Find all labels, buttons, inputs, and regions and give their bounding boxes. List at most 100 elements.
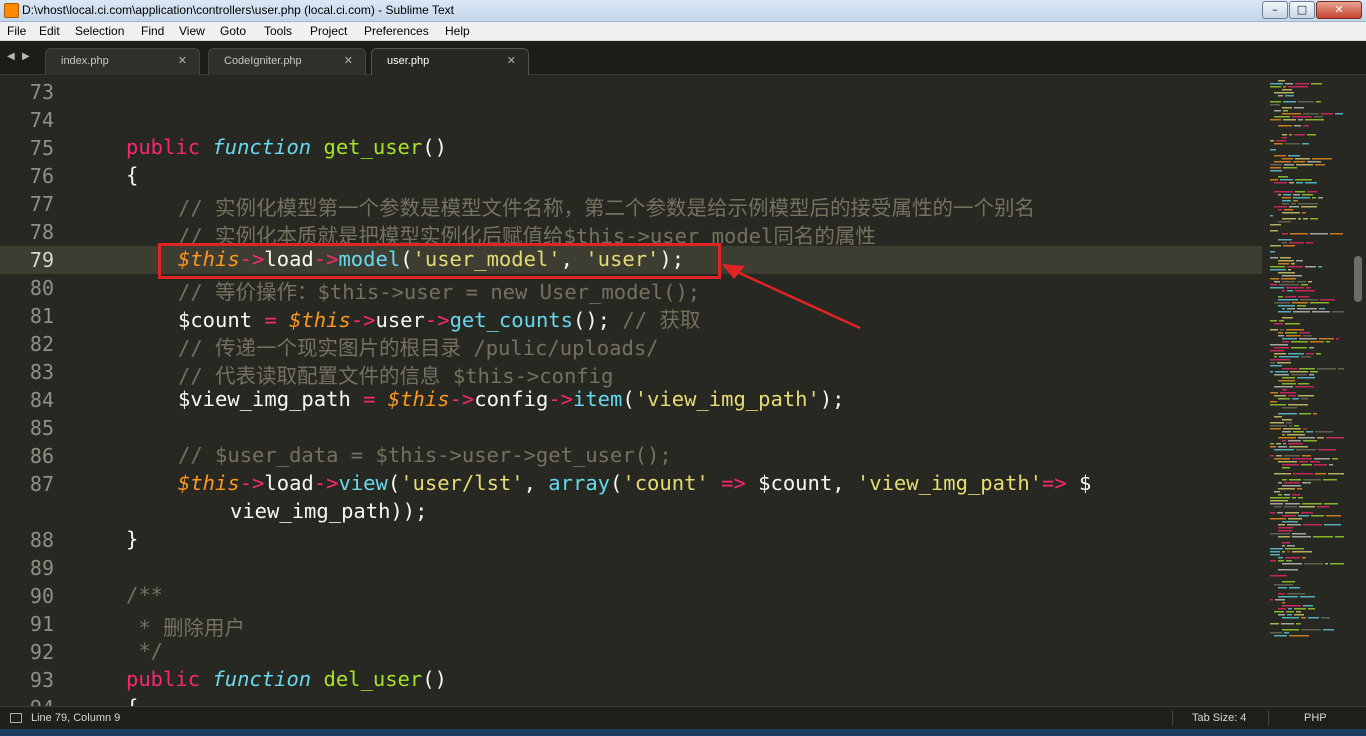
menu-view[interactable]: View xyxy=(179,24,205,38)
minimap-code-mark xyxy=(1278,260,1294,262)
code-line[interactable]: 76 { xyxy=(0,162,1262,190)
tab-scroll-right-icon[interactable]: ▶ xyxy=(22,51,30,62)
minimap-code-mark xyxy=(1274,374,1289,376)
code-token: 'view_img_path' xyxy=(856,471,1043,495)
minimap-code-mark xyxy=(1292,494,1300,496)
minimap-code-mark xyxy=(1285,503,1300,505)
minimap-code-mark xyxy=(1296,623,1301,625)
minimap-code-mark xyxy=(1270,554,1280,556)
menu-goto[interactable]: Goto xyxy=(220,24,246,38)
code-line[interactable]: view_img_path)); xyxy=(0,498,1262,526)
minimap-code-mark xyxy=(1282,515,1296,517)
minimap-code-mark xyxy=(1282,542,1290,544)
code-token: -> xyxy=(239,471,265,495)
minimap-code-mark xyxy=(1274,416,1282,418)
minimap-code-mark xyxy=(1305,119,1324,121)
minimap-code-mark xyxy=(1285,332,1297,334)
minimap-code-mark xyxy=(1278,209,1282,211)
minimap-code-mark xyxy=(1299,332,1310,334)
cursor-position: Line 79, Column 9 xyxy=(31,712,121,724)
code-token: -> xyxy=(548,387,573,411)
code-text: $count = $this->user->get_counts(); // 获… xyxy=(178,303,700,333)
minimap-code-mark xyxy=(1298,203,1318,205)
tab-close-icon[interactable]: ✕ xyxy=(507,54,516,67)
code-token: public xyxy=(126,667,201,691)
minimap-code-mark xyxy=(1298,437,1315,439)
minimize-button[interactable]: – xyxy=(1262,1,1288,19)
code-line[interactable]: 92 */ xyxy=(0,638,1262,666)
minimap-code-mark xyxy=(1278,194,1281,196)
minimap-code-mark xyxy=(1302,455,1311,457)
code-line[interactable]: 77 // 实例化模型第一个参数是模型文件名称，第二个参数是给示例模型后的接受属性… xyxy=(0,190,1262,220)
os-taskbar xyxy=(0,729,1366,736)
minimap-code-mark xyxy=(1282,212,1300,214)
code-line[interactable]: 94 { xyxy=(0,694,1262,706)
minimap-code-mark xyxy=(1287,308,1295,310)
minimap-code-mark xyxy=(1278,482,1282,484)
minimap-code-mark xyxy=(1274,206,1287,208)
menu-help[interactable]: Help xyxy=(445,24,470,38)
vertical-scrollbar[interactable] xyxy=(1350,76,1366,706)
code-line[interactable]: 83 // 代表读取配置文件的信息 $this->config xyxy=(0,358,1262,388)
minimap-code-mark xyxy=(1303,113,1319,115)
tab-close-icon[interactable]: ✕ xyxy=(178,54,187,67)
code-line[interactable]: 85 xyxy=(0,414,1262,442)
code-line[interactable]: 84 $view_img_path = $this->config->item('… xyxy=(0,386,1262,414)
code-line[interactable]: 81 $count = $this->user->get_counts(); //… xyxy=(0,302,1262,333)
minimap-code-mark xyxy=(1321,617,1330,619)
code-token: ); xyxy=(819,387,845,411)
code-line[interactable]: 75 public function get_user() xyxy=(0,134,1262,162)
minimap[interactable] xyxy=(1262,76,1350,706)
minimap-code-mark xyxy=(1306,287,1311,289)
close-button[interactable]: ✕ xyxy=(1316,1,1362,19)
minimap-code-mark xyxy=(1292,116,1312,118)
minimap-code-mark xyxy=(1305,266,1316,268)
minimap-code-mark xyxy=(1287,593,1305,595)
minimap-code-mark xyxy=(1321,113,1333,115)
code-line[interactable]: 73 xyxy=(0,78,1262,106)
maximize-button[interactable]: □ xyxy=(1289,1,1315,19)
menu-selection[interactable]: Selection xyxy=(75,24,124,38)
menu-edit[interactable]: Edit xyxy=(39,24,60,38)
tab-user-php[interactable]: user.php ✕ xyxy=(371,48,529,75)
minimap-code-mark xyxy=(1282,308,1285,310)
tab-size-selector[interactable]: Tab Size: 4 xyxy=(1192,712,1246,724)
minimap-code-mark xyxy=(1282,545,1285,547)
code-line[interactable]: 93 public function del_user() xyxy=(0,666,1262,694)
minimap-code-mark xyxy=(1278,488,1295,490)
tab-scroll-left-icon[interactable]: ◀ xyxy=(7,51,15,62)
code-line[interactable]: 88} xyxy=(0,526,1262,554)
tab-index-php[interactable]: index.php ✕ xyxy=(45,48,200,75)
menu-find[interactable]: Find xyxy=(141,24,164,38)
code-editor[interactable]: 73 74 75 public function get_user() 76{77// … xyxy=(0,76,1262,706)
minimap-code-mark xyxy=(1274,116,1290,118)
scrollbar-thumb[interactable] xyxy=(1354,256,1362,302)
minimap-code-mark xyxy=(1296,449,1316,451)
panel-toggle-icon[interactable] xyxy=(10,713,22,723)
code-line[interactable]: 74 xyxy=(0,106,1262,134)
menu-tools[interactable]: Tools xyxy=(264,24,292,38)
tab-close-icon[interactable]: ✕ xyxy=(344,54,353,67)
menu-preferences[interactable]: Preferences xyxy=(364,24,429,38)
minimap-code-mark xyxy=(1296,164,1313,166)
line-number: 88 xyxy=(29,528,54,552)
syntax-selector[interactable]: PHP xyxy=(1304,712,1327,724)
code-line[interactable]: 87 $this->load->view('user/lst', array('c… xyxy=(0,470,1262,498)
minimap-code-mark xyxy=(1282,434,1285,436)
code-line[interactable]: 82 // 传递一个现实图片的根目录 /pulic/uploads/ xyxy=(0,330,1262,360)
menu-file[interactable]: File xyxy=(7,24,26,38)
tab-label: CodeIgniter.php xyxy=(224,55,302,67)
code-line[interactable]: 90 /** xyxy=(0,582,1262,610)
minimap-code-mark xyxy=(1315,164,1325,166)
minimap-preview xyxy=(1270,80,1344,637)
code-line[interactable]: 91 * 删除用户 xyxy=(0,610,1262,640)
code-token: $view_img_path xyxy=(178,387,364,411)
minimap-code-mark xyxy=(1297,377,1315,379)
menu-project[interactable]: Project xyxy=(310,24,347,38)
code-line[interactable]: 86 // $user_data = $this->user->get_user(… xyxy=(0,442,1262,470)
tab-codeigniter-php[interactable]: CodeIgniter.php ✕ xyxy=(208,48,366,75)
minimap-code-mark xyxy=(1319,308,1325,310)
code-line[interactable]: 78// 实例化本质就是把模型实例化后赋值给$this->user_model同… xyxy=(0,218,1262,248)
code-line[interactable]: 89 xyxy=(0,554,1262,582)
